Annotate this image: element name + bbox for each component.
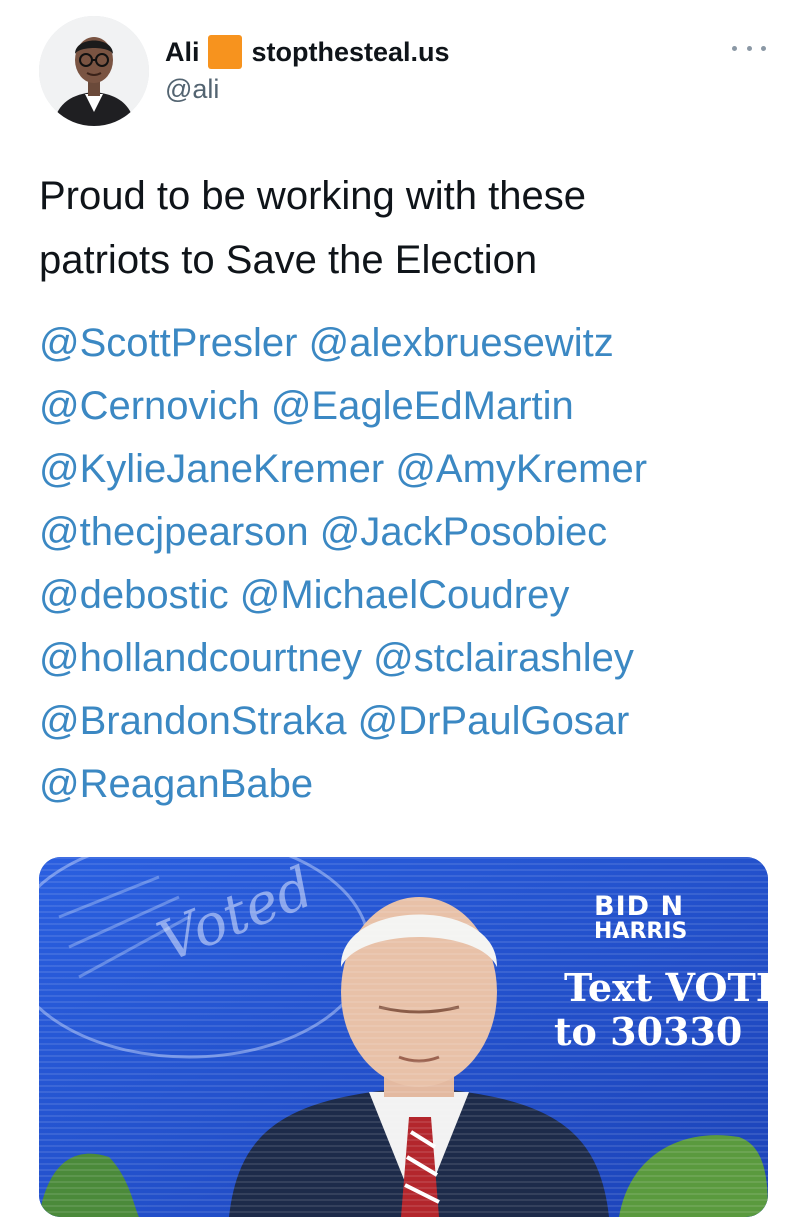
mentions-block: @ScottPresler @alexbruesewitz @Cernovich…: [39, 312, 779, 816]
mention-link[interactable]: @ScottPresler: [39, 321, 297, 365]
site-label: stopthesteal.us: [251, 36, 450, 67]
tweet-text-line: patriots to Save the Election: [39, 238, 538, 282]
mention-line: @hollandcourtney @stclairashley: [39, 627, 779, 690]
mention-line: @thecjpearson @JackPosobiec: [39, 501, 779, 564]
campaign-logo-subtext: HARRIS: [594, 919, 688, 944]
mention-link[interactable]: @hollandcourtney: [39, 636, 362, 680]
more-dot: [746, 45, 752, 51]
mention-line: @BrandonStraka @DrPaulGosar: [39, 690, 779, 753]
mention-link[interactable]: @EagleEdMartin: [271, 384, 574, 428]
mention-link[interactable]: @JackPosobiec: [320, 510, 607, 554]
text-vote-line: Text VOTE: [564, 965, 768, 1010]
mention-link[interactable]: @ReaganBabe: [39, 762, 313, 806]
campaign-logo-text: BID N: [594, 891, 685, 922]
mention-link[interactable]: @DrPaulGosar: [358, 699, 630, 743]
mention-link[interactable]: @alexbruesewitz: [309, 321, 614, 365]
shortcode-line: to 30330: [554, 1009, 743, 1054]
mention-link[interactable]: @thecjpearson: [39, 510, 309, 554]
mention-link[interactable]: @MichaelCoudrey: [240, 573, 570, 617]
mention-link[interactable]: @KylieJaneKremer: [39, 447, 384, 491]
tweet-text: Proud to be working with these patriots …: [39, 164, 779, 292]
avatar[interactable]: [39, 16, 149, 126]
tweet-text-line: Proud to be working with these: [39, 174, 586, 218]
mention-link[interactable]: @Cernovich: [39, 384, 260, 428]
mention-line: @Cernovich @EagleEdMartin: [39, 375, 779, 438]
more-dot: [732, 45, 737, 51]
orange-square-icon: [207, 35, 242, 69]
mention-link[interactable]: @BrandonStraka: [39, 699, 346, 743]
more-horizontal-icon[interactable]: [732, 38, 766, 58]
more-dot: [761, 45, 766, 51]
mention-line: @ReaganBabe: [39, 753, 779, 816]
mention-line: @KylieJaneKremer @AmyKremer: [39, 438, 779, 501]
mention-line: @debostic @MichaelCoudrey: [39, 564, 779, 627]
display-name[interactable]: Ali: [165, 37, 200, 68]
mention-link[interactable]: @debostic: [39, 573, 229, 617]
mention-line: @ScottPresler @alexbruesewitz: [39, 312, 779, 375]
mention-link[interactable]: @stclairashley: [373, 636, 634, 680]
profile-photo: [39, 16, 149, 126]
mention-link[interactable]: @AmyKremer: [395, 447, 647, 491]
author-name-row[interactable]: Ali stopthesteal.us: [165, 32, 450, 72]
media-video[interactable]: Voted BID N HARRIS Text VOTE to 30330: [39, 857, 768, 1217]
author-handle[interactable]: @ali: [165, 74, 219, 105]
